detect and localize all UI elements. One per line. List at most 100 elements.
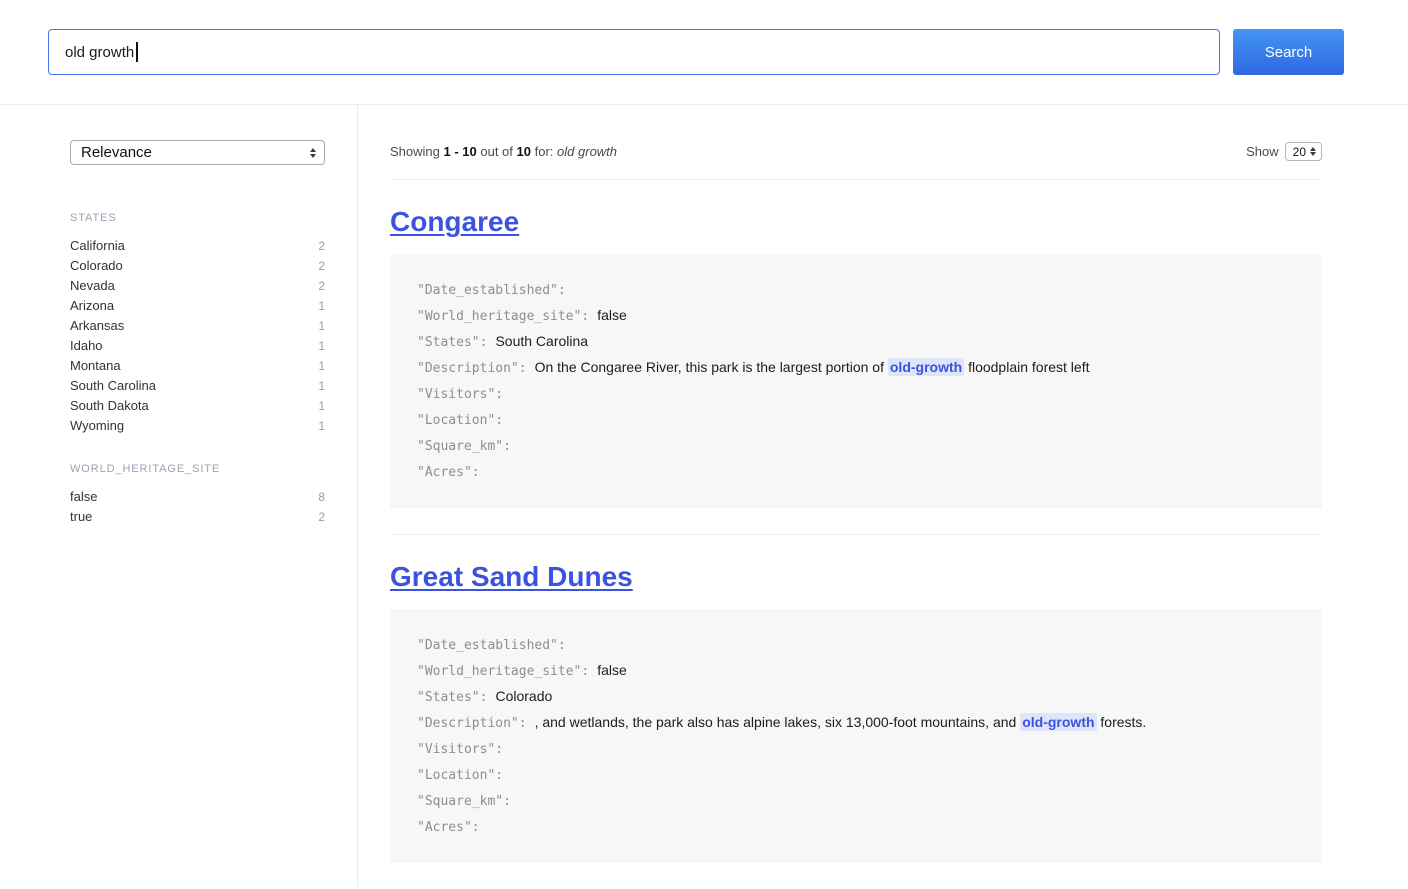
out-of-label: out of (480, 144, 513, 159)
field-row: "States": Colorado (417, 684, 1295, 710)
field-value: , and wetlands, the park also has alpine… (535, 713, 1147, 731)
page-size-control: Show 20 (1246, 142, 1322, 161)
page-size-select[interactable]: 20 (1285, 142, 1322, 161)
field-row: "Date_established": (417, 277, 1295, 303)
field-row: "Acres": (417, 459, 1295, 485)
field-key: "World_heritage_site": (417, 664, 589, 679)
facet-option-label: Wyoming (70, 416, 124, 435)
facet-option-label: Nevada (70, 276, 115, 295)
sort-select[interactable]: Relevance (70, 140, 325, 165)
facet-option[interactable]: California2 (70, 236, 325, 256)
facet-option-count: 8 (318, 488, 325, 507)
field-row: "Description": , and wetlands, the park a… (417, 710, 1295, 736)
facet-option-count: 1 (318, 357, 325, 376)
show-label: Show (1246, 144, 1279, 159)
field-row: "World_heritage_site":false (417, 658, 1295, 684)
page-size-value: 20 (1293, 145, 1306, 159)
field-row: "Square_km": (417, 788, 1295, 814)
search-result: Great Sand Dunes "Date_established": "Worl… (390, 535, 1322, 863)
text-caret (136, 42, 138, 62)
field-key: "Visitors": (417, 387, 503, 402)
facet-title: WORLD_HERITAGE_SITE (70, 463, 325, 475)
facet-option-label: Arkansas (70, 316, 124, 335)
facet-option-label: Montana (70, 356, 121, 375)
search-term-highlight: old-growth (1020, 713, 1096, 731)
results-summary: Showing 1 - 10 out of 10 for: old growth (390, 144, 617, 159)
result-json-card: "Date_established": "World_heritage_site"… (390, 609, 1322, 863)
field-key: "Description": (417, 716, 527, 731)
field-row: "Location": (417, 407, 1295, 433)
select-stepper-icon (1310, 147, 1316, 156)
facet-option-label: Idaho (70, 336, 103, 355)
field-key: "Square_km": (417, 439, 511, 454)
facet-option-count: 1 (318, 397, 325, 416)
facet-option-count: 1 (318, 297, 325, 316)
showing-label: Showing (390, 144, 440, 159)
facet-option-count: 2 (318, 508, 325, 527)
facet-option[interactable]: Arkansas 1 (70, 316, 325, 336)
field-value: Colorado (495, 688, 552, 704)
facet-option-count: 1 (318, 417, 325, 436)
facet-option-count: 2 (318, 257, 325, 276)
field-key: "Visitors": (417, 742, 503, 757)
result-range: 1 - 10 (444, 144, 477, 159)
facet-option[interactable]: Arizona 1 (70, 296, 325, 316)
facet-option-label: Arizona (70, 296, 114, 315)
facet-option-label: South Dakota (70, 396, 149, 415)
results-pane: Showing 1 - 10 out of 10 for: old growth… (390, 105, 1322, 889)
select-stepper-icon (310, 148, 316, 158)
facet-option-label: South Carolina (70, 376, 156, 395)
facet-option[interactable]: Idaho 1 (70, 336, 325, 356)
field-key: "Description": (417, 361, 527, 376)
result-title-link[interactable]: Congaree (390, 206, 519, 238)
search-input[interactable] (48, 29, 1220, 75)
facet-option[interactable]: Nevada 2 (70, 276, 325, 296)
facet-option-count: 1 (318, 337, 325, 356)
facet-option[interactable]: Wyoming 1 (70, 416, 325, 436)
facet-groups: STATESCalifornia2Colorado2Nevada2Arizona… (70, 212, 325, 527)
field-row: "Acres": (417, 814, 1295, 840)
field-value: false (597, 307, 627, 323)
search-input-wrap (48, 29, 1220, 75)
search-button[interactable]: Search (1233, 29, 1344, 75)
field-row: "Date_established": (417, 632, 1295, 658)
facet-option-count: 2 (318, 277, 325, 296)
facet-option-count: 2 (318, 237, 325, 256)
field-key: "States": (417, 690, 487, 705)
field-key: "Acres": (417, 465, 480, 480)
facet-option-count: 1 (318, 377, 325, 396)
field-key: "Date_established": (417, 638, 566, 653)
result-title-link[interactable]: Great Sand Dunes (390, 561, 633, 593)
facet-option[interactable]: false8 (70, 487, 325, 507)
field-row: "Location": (417, 762, 1295, 788)
field-row: "Visitors": (417, 381, 1295, 407)
facet-group: WORLD_HERITAGE_SITE false8true 2 (70, 463, 325, 527)
field-key: "Date_established": (417, 283, 566, 298)
facet-option[interactable]: Colorado 2 (70, 256, 325, 276)
sidebar-divider (357, 105, 358, 886)
facet-option[interactable]: Montana 1 (70, 356, 325, 376)
facet-option-label: true (70, 507, 92, 526)
field-value: South Carolina (495, 333, 588, 349)
facet-option-count: 1 (318, 317, 325, 336)
facet-group: STATESCalifornia2Colorado2Nevada2Arizona… (70, 212, 325, 436)
result-total: 10 (517, 144, 531, 159)
for-label: for: (535, 144, 554, 159)
facet-option[interactable]: true 2 (70, 507, 325, 527)
field-key: "World_heritage_site": (417, 309, 589, 324)
sort-select-value: Relevance (81, 144, 152, 161)
results-meta: Showing 1 - 10 out of 10 for: old growth… (390, 105, 1322, 161)
field-row: "States":South Carolina (417, 329, 1295, 355)
result-json-card: "Date_established": "World_heritage_site"… (390, 254, 1322, 508)
field-key: "Location": (417, 768, 503, 783)
results-list: Congaree "Date_established": "World_herita… (390, 179, 1322, 863)
facet-option-label: Colorado (70, 256, 123, 275)
sidebar: Relevance STATESCalifornia2Colorado2Neva… (70, 140, 325, 527)
facet-title: STATES (70, 212, 325, 224)
field-value: On the Congaree River, this park is the … (535, 358, 1090, 376)
field-row: "World_heritage_site": false (417, 303, 1295, 329)
facet-option[interactable]: South Dakota 1 (70, 396, 325, 416)
search-term-highlight: old-growth (888, 358, 964, 376)
field-key: "Location": (417, 413, 503, 428)
facet-option[interactable]: South Carolina 1 (70, 376, 325, 396)
